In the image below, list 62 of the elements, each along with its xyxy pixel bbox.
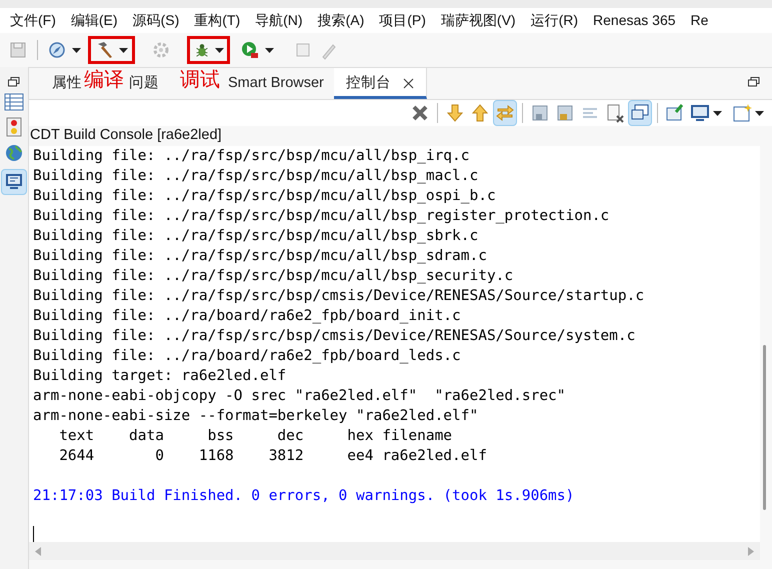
dropdown-caret-icon[interactable] — [755, 110, 764, 116]
restore-icon[interactable] — [8, 77, 20, 87]
console-line: Building file: ../ra/board/ra6e2_fpb/board_init.c — [33, 308, 461, 324]
console-line: arm-none-eabi-objcopy -O srec "ra6e2led.elf" "ra6e2led.srec" — [33, 388, 566, 404]
monitor-icon[interactable] — [5, 173, 23, 191]
annotation-label: 编译 — [84, 70, 124, 90]
lock-icon[interactable] — [555, 103, 575, 123]
remove-document-icon[interactable] — [605, 103, 625, 123]
dropdown-caret-icon[interactable] — [72, 48, 81, 52]
console-line: Building file: ../ra/board/ra6e2_fpb/board_leds.c — [33, 348, 461, 364]
tab[interactable]: Smart Browser — [228, 68, 324, 99]
tab[interactable]: 控制台 — [334, 68, 427, 99]
menu-item[interactable]: 源码(S) — [132, 10, 180, 31]
clear-icon[interactable] — [410, 103, 430, 123]
tab[interactable]: 属性 — [52, 68, 82, 99]
console-line: Building file: ../ra/fsp/src/bsp/mcu/all/bsp_register_protection.c — [33, 208, 610, 224]
globe-icon[interactable] — [4, 143, 24, 163]
menu-item[interactable]: 文件(F) — [10, 10, 56, 31]
menu-item[interactable]: 搜索(A) — [318, 10, 364, 31]
console-line: Building file: ../ra/fsp/src/bsp/cmsis/Device/RENESAS/Source/startup.c — [33, 288, 644, 304]
restore-icon[interactable] — [748, 77, 760, 87]
monitor-icon[interactable] — [690, 103, 710, 123]
menu-item[interactable]: Renesas 365 — [593, 10, 676, 31]
console-line: Building file: ../ra/fsp/src/bsp/mcu/all/bsp_ospi_b.c — [33, 188, 496, 204]
close-icon[interactable] — [402, 78, 414, 89]
film-icon[interactable] — [530, 103, 550, 123]
dropdown-caret-icon[interactable] — [215, 48, 224, 52]
pin-icon[interactable] — [665, 103, 685, 123]
vertical-scrollbar-thumb[interactable] — [763, 345, 766, 510]
arrow-up-icon[interactable] — [470, 103, 490, 123]
text-cursor — [33, 526, 34, 542]
dropdown-caret-icon[interactable] — [265, 48, 274, 52]
menu-item[interactable]: 项目(P) — [379, 10, 426, 31]
console-line: Building file: ../ra/fsp/src/bsp/cmsis/Device/RENESAS/Source/system.c — [33, 328, 636, 344]
menu-item[interactable]: 重构(T) — [194, 10, 240, 31]
arrow-down-icon[interactable] — [445, 103, 465, 123]
console-line: Building file: ../ra/fsp/src/bsp/mcu/all/bsp_irq.c — [33, 148, 470, 164]
console-line: Building target: ra6e2led.elf — [33, 368, 286, 384]
dropdown-caret-icon[interactable] — [119, 48, 128, 52]
console-line: 2644 0 1168 3812 ee4 ra6e2led.elf — [58, 448, 487, 464]
dropdown-caret-icon[interactable] — [713, 110, 722, 116]
menu-item[interactable]: Re — [690, 10, 708, 31]
menu-item[interactable]: 导航(N) — [255, 10, 303, 31]
console-title: CDT Build Console [ra6e2led] — [30, 126, 222, 146]
run-icon[interactable] — [240, 40, 260, 60]
tab[interactable]: 问题 — [129, 68, 159, 99]
menu-item[interactable]: 运行(R) — [530, 10, 578, 31]
annotation-label: 调试 — [180, 70, 220, 90]
menu-item[interactable]: 编辑(E) — [70, 10, 118, 31]
console-line: arm-none-eabi-size --format=berkeley "ra6e2led.elf" — [33, 408, 478, 424]
traffic-light-icon[interactable] — [5, 117, 23, 137]
console-line: Building file: ../ra/fsp/src/bsp/mcu/all/bsp_sbrk.c — [33, 228, 478, 244]
console-line: Building file: ../ra/fsp/src/bsp/mcu/all/bsp_macl.c — [33, 168, 478, 184]
console-line: Building file: ../ra/fsp/src/bsp/mcu/all/bsp_security.c — [33, 268, 514, 284]
compass-icon[interactable] — [47, 40, 67, 60]
console-line: text data bss dec hex filename — [58, 428, 452, 444]
table-icon[interactable] — [4, 93, 24, 111]
console-line: 21:17:03 Build Finished. 0 errors, 0 warnings. (took 1s.906ms) — [33, 488, 574, 504]
menu-item[interactable]: 瑞萨视图(V) — [440, 10, 516, 31]
swap-arrows-icon[interactable] — [495, 103, 515, 123]
new-window-icon[interactable] — [732, 103, 752, 123]
console-line: Building file: ../ra/fsp/src/bsp/mcu/all/bsp_sdram.c — [33, 248, 487, 264]
